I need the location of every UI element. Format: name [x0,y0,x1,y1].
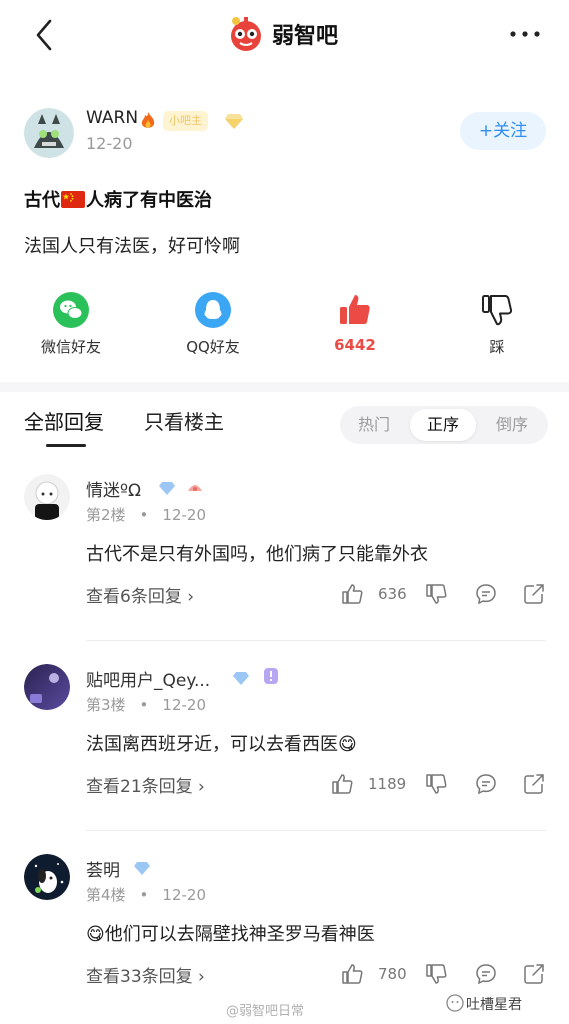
commenter-avatar[interactable] [24,474,70,520]
comment-text: 😋他们可以去隔壁找神圣罗马看神医 [86,924,375,945]
chevron-right-icon: › [181,587,195,607]
comment-meta: 第2楼 • 12-20 [86,506,206,524]
comment-date: 12-20 [162,696,206,714]
comment-date: 12-20 [162,506,206,524]
diamond-icon [134,862,150,875]
share-icon[interactable] [522,772,546,796]
dislike-button[interactable]: 踩 [442,292,552,357]
share-wechat-button[interactable]: 微信好友 [16,292,126,357]
chevron-right-icon: › [192,967,205,987]
commenter-avatar[interactable] [24,664,70,710]
comment-text: 古代不是只有外国吗，他们病了只能靠外衣 [86,544,428,565]
comment-text: 法国离西班牙近，可以去看西医😋 [86,734,357,755]
moderator-badge: 小吧主 [163,111,208,131]
comment-meta: 第4楼 • 12-20 [86,886,206,904]
diamond-icon [233,672,249,685]
qq-icon [195,292,231,328]
view-replies-link[interactable]: 查看6条回复 › [86,582,194,607]
thumbs-down-icon[interactable] [424,962,448,986]
thumbs-up-icon[interactable] [340,582,364,606]
comment-icon[interactable] [474,582,498,606]
post-title-part1: 古代 [24,190,60,211]
comment-date: 12-20 [162,886,206,904]
commenter-name[interactable]: 贴吧用户_Qey... [86,666,210,691]
level-badge-icon [188,485,202,491]
comment-floor: 第4楼 [86,886,126,904]
comment-separator [86,640,546,641]
like-count: 6442 [334,336,376,354]
post-title-part2: 人病了有中医治 [86,190,212,211]
thumbs-down-icon [482,295,513,326]
comment-icon[interactable] [474,962,498,986]
watermark-center: @弱智吧日常 [226,1004,305,1019]
comment-like-count: 636 [378,585,407,603]
view-replies-link[interactable]: 查看33条回复 › [86,962,205,987]
comment-separator [86,830,546,831]
sort-segmented-control: 热门 正序 倒序 [340,406,548,444]
share-qq-label: QQ好友 [186,338,240,356]
follow-button[interactable]: +关注 [460,112,546,150]
more-dots-icon[interactable] [505,22,545,46]
dislike-label: 踩 [489,338,505,356]
comment-like-count: 1189 [368,775,407,793]
section-divider [0,382,569,392]
chevron-right-icon: › [192,777,205,797]
top-bar: 弱智吧 [0,0,569,70]
commenter-avatar[interactable] [24,854,70,900]
view-replies-label: 查看33条回复 [86,967,193,987]
chevron-left-icon[interactable] [30,18,60,52]
commenter-name[interactable]: 荟明 [86,856,120,881]
share-icon[interactable] [522,962,546,986]
sort-hot[interactable]: 热门 [346,406,402,444]
diamond-icon [225,114,243,129]
sort-ascending[interactable]: 正序 [410,409,476,441]
comment-icon[interactable] [474,772,498,796]
forum-logo-icon [231,17,261,51]
share-wechat-label: 微信好友 [40,338,101,356]
share-qq-button[interactable]: QQ好友 [158,292,268,357]
tab-all-replies[interactable]: 全部回复 [24,406,104,435]
author-name[interactable]: WARN [86,108,138,128]
thumbs-down-icon[interactable] [424,772,448,796]
china-flag-icon [61,190,85,208]
fire-icon [141,112,155,128]
tab-host-only[interactable]: 只看楼主 [144,406,224,435]
comment-meta: 第3楼 • 12-20 [86,696,206,714]
post-date: 12-20 [86,134,133,153]
share-icon[interactable] [522,582,546,606]
watermark-right: 吐槽星君 [466,997,522,1013]
view-replies-link[interactable]: 查看21条回复 › [86,772,205,797]
thumbs-down-icon[interactable] [424,582,448,606]
like-button[interactable]: 6442 [300,292,410,354]
thumbs-up-icon [340,295,370,324]
forum-name[interactable]: 弱智吧 [272,18,338,50]
view-replies-label: 查看6条回复 [86,587,182,607]
thumbs-up-icon[interactable] [330,772,354,796]
diamond-icon [159,482,175,495]
comment-floor: 第3楼 [86,696,126,714]
comment-like-count: 780 [378,965,407,983]
wechat-icon [53,292,89,328]
view-replies-label: 查看21条回复 [86,777,193,797]
post-body: 法国人只有法医，好可怜啊 [24,236,240,257]
sort-descending[interactable]: 倒序 [484,406,540,444]
tab-active-indicator [46,444,86,447]
level-badge-icon [264,668,278,684]
wechat-channel-icon [446,994,464,1012]
thumbs-up-icon[interactable] [340,962,364,986]
commenter-name[interactable]: 情迷ºΩ [86,476,141,501]
post-title: 古代 人病了有中医治 [24,186,212,212]
author-avatar[interactable] [24,108,74,158]
comment-floor: 第2楼 [86,506,126,524]
